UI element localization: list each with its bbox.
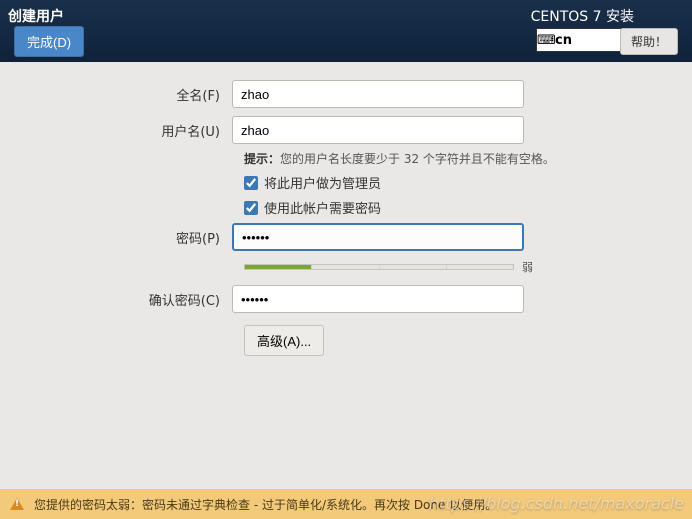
advanced-button[interactable]: 高级(A)... [244,325,324,356]
username-label: 用户名(U) [0,121,232,140]
warning-icon [10,498,24,510]
confirm-password-label: 确认密码(C) [0,290,232,309]
admin-checkbox-row[interactable]: 将此用户做为管理员 [244,173,692,192]
admin-checkbox-label: 将此用户做为管理员 [264,173,381,192]
fullname-input[interactable] [232,80,524,108]
require-password-checkbox-row[interactable]: 使用此帐户需要密码 [244,198,692,217]
require-password-checkbox-label: 使用此帐户需要密码 [264,198,381,217]
page-title: 创建用户 [8,6,64,26]
warning-bar: 您提供的密码太弱：密码未通过字典检查 - 过于简单化/系统化。再次按 Done … [0,489,692,519]
password-strength-meter: 弱 [244,259,692,275]
done-button[interactable]: 完成(D) [14,26,84,57]
hint-text: 您的用户名长度要少于 32 个字符并且不能有空格。 [280,152,555,166]
installer-title: CENTOS 7 安装 [531,6,634,26]
fullname-label: 全名(F) [0,85,232,104]
username-input[interactable] [232,116,524,144]
hint-prefix: 提示： [244,152,280,166]
username-hint: 提示：您的用户名长度要少于 32 个字符并且不能有空格。 [244,150,692,167]
form-area: 全名(F) 用户名(U) 提示：您的用户名长度要少于 32 个字符并且不能有空格… [0,62,692,356]
strength-text: 弱 [522,259,533,275]
strength-bar [244,264,514,270]
password-input[interactable] [232,223,524,251]
warning-text: 您提供的密码太弱：密码未通过字典检查 - 过于简单化/系统化。再次按 Done … [34,496,497,513]
password-label: 密码(P) [0,228,232,247]
require-password-checkbox[interactable] [244,201,258,215]
keyboard-icon: ⌨ [537,33,555,48]
confirm-password-input[interactable] [232,285,524,313]
keyboard-layout-code: cn [555,33,572,48]
keyboard-layout-indicator[interactable]: ⌨ cn [536,28,622,52]
header-bar: 创建用户 CENTOS 7 安装 完成(D) ⌨ cn 帮助！ [0,0,692,62]
help-button[interactable]: 帮助！ [620,28,678,55]
admin-checkbox[interactable] [244,176,258,190]
